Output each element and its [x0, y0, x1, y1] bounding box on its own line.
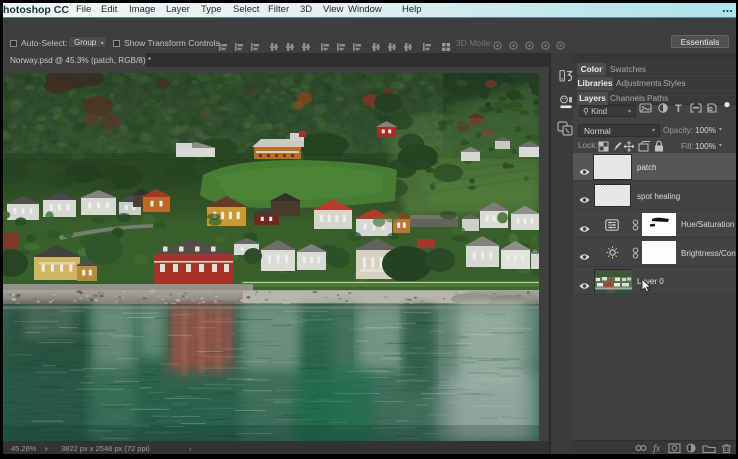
- svg-text:T: T: [675, 103, 682, 114]
- svg-text:fx: fx: [653, 443, 661, 454]
